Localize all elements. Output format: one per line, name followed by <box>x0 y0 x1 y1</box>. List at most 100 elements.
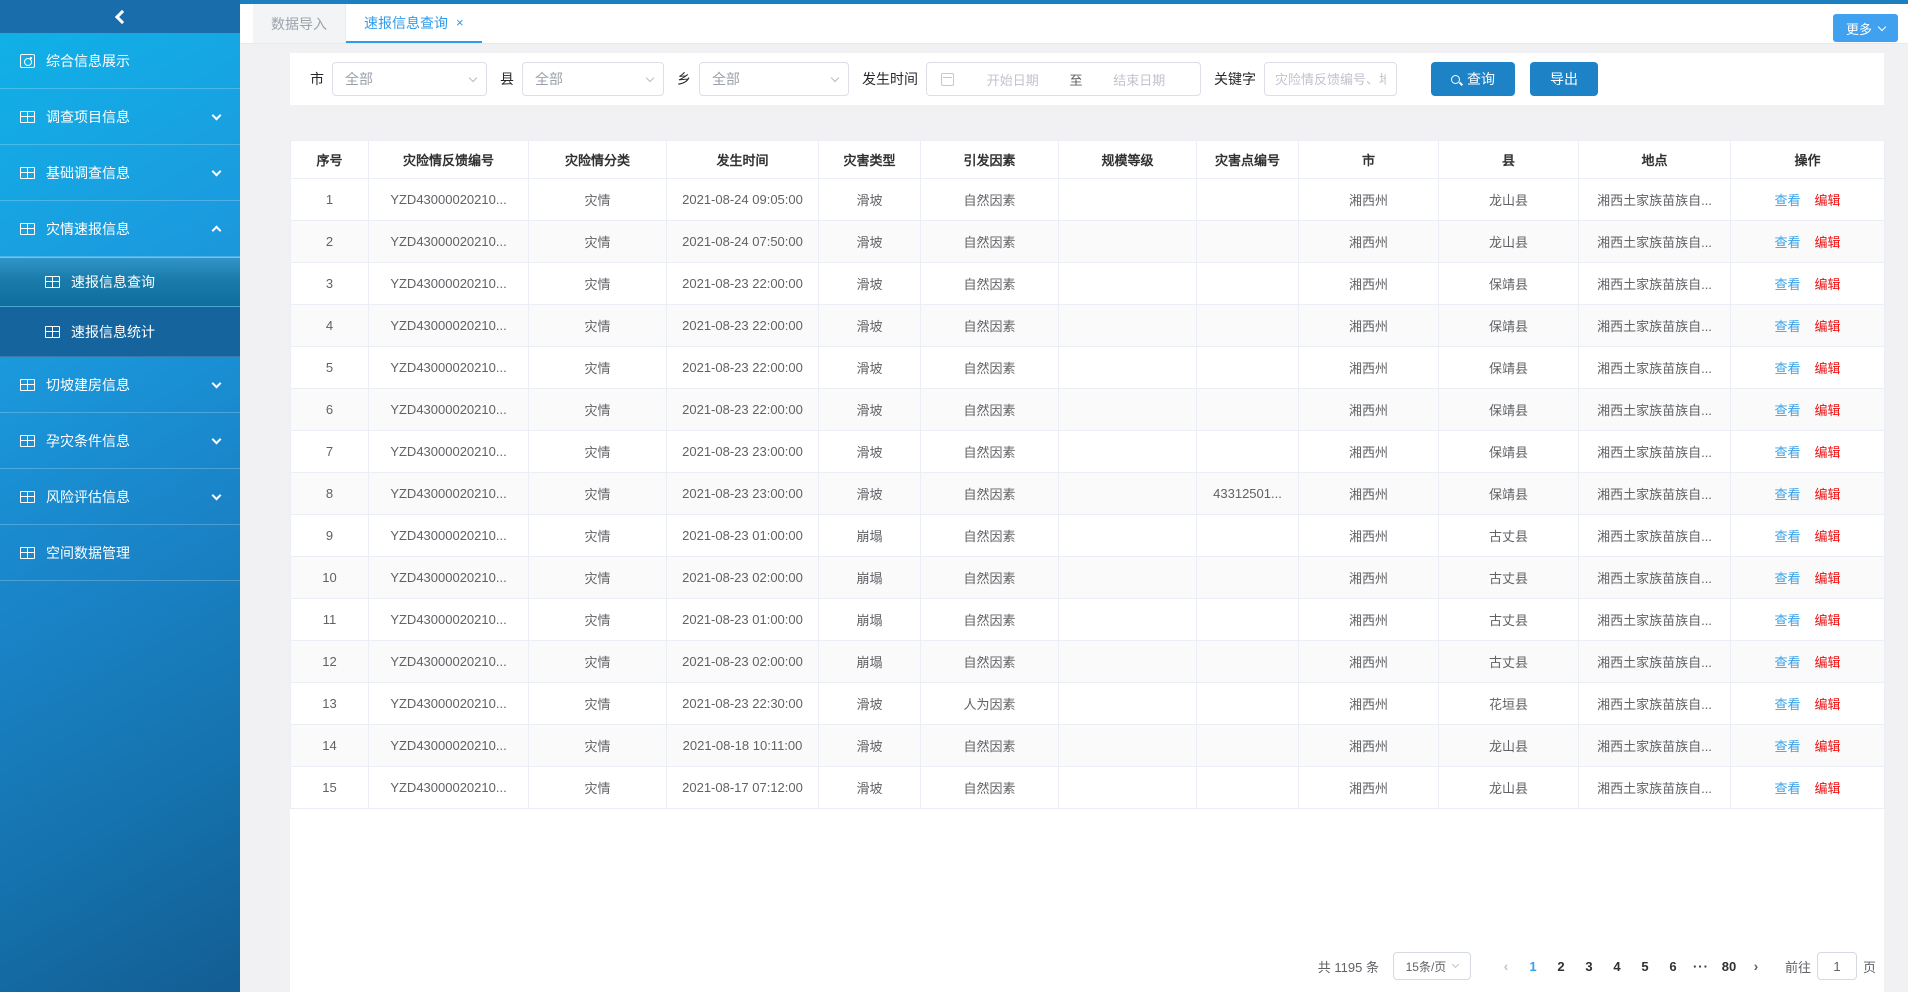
cell-time: 2021-08-23 22:30:00 <box>667 683 819 725</box>
sidebar-item-slope-house-info[interactable]: 切坡建房信息 <box>0 357 240 413</box>
edit-link[interactable]: 编辑 <box>1815 655 1841 670</box>
more-button[interactable]: 更多 <box>1833 14 1898 42</box>
edit-link[interactable]: 编辑 <box>1815 739 1841 754</box>
edit-link[interactable]: 编辑 <box>1815 487 1841 502</box>
county-filter-label: 县 <box>500 69 514 89</box>
cell-code: YZD43000020210... <box>369 221 529 263</box>
results-panel: 序号灾险情反馈编号灾险情分类发生时间灾害类型引发因素规模等级灾害点编号市县地点操… <box>290 140 1884 992</box>
view-link[interactable]: 查看 <box>1774 235 1800 250</box>
close-icon[interactable]: × <box>456 16 464 29</box>
goto-page-input[interactable] <box>1817 952 1857 980</box>
sidebar-item-survey-project-info[interactable]: 调查项目信息 <box>0 89 240 145</box>
edit-link[interactable]: 编辑 <box>1815 235 1841 250</box>
keyword-input[interactable] <box>1264 62 1397 96</box>
view-link[interactable]: 查看 <box>1774 319 1800 334</box>
edit-link[interactable]: 编辑 <box>1815 319 1841 334</box>
cell-point <box>1197 347 1299 389</box>
cell-seq: 3 <box>291 263 369 305</box>
town-select[interactable]: 全部 <box>699 62 849 96</box>
cell-seq: 1 <box>291 179 369 221</box>
edit-link[interactable]: 编辑 <box>1815 445 1841 460</box>
view-link[interactable]: 查看 <box>1774 403 1800 418</box>
view-link[interactable]: 查看 <box>1774 697 1800 712</box>
view-link[interactable]: 查看 <box>1774 739 1800 754</box>
view-link[interactable]: 查看 <box>1774 445 1800 460</box>
edit-link[interactable]: 编辑 <box>1815 277 1841 292</box>
cell-category: 灾情 <box>529 305 667 347</box>
view-link[interactable]: 查看 <box>1774 487 1800 502</box>
tab-report-query[interactable]: 速报信息查询 × <box>346 4 482 43</box>
page-number-3[interactable]: 3 <box>1575 959 1603 974</box>
edit-link[interactable]: 编辑 <box>1815 529 1841 544</box>
cell-city: 湘西州 <box>1299 641 1439 683</box>
page-number-2[interactable]: 2 <box>1547 959 1575 974</box>
edit-link[interactable]: 编辑 <box>1815 697 1841 712</box>
sidebar-item-risk-eval-info[interactable]: 风险评估信息 <box>0 469 240 525</box>
cell-factor: 自然因素 <box>921 263 1059 305</box>
tab-label: 速报信息查询 <box>364 13 448 33</box>
sidebar-subitem-quick-report-stats[interactable]: 速报信息统计 <box>0 307 240 357</box>
cell-actions: 查看编辑 <box>1731 641 1885 683</box>
table-row: 2YZD43000020210...灾情2021-08-24 07:50:00滑… <box>291 221 1885 263</box>
page-number-4[interactable]: 4 <box>1603 959 1631 974</box>
more-pages-icon[interactable]: ··· <box>1687 959 1715 974</box>
cell-scale <box>1059 599 1197 641</box>
cell-factor: 自然因素 <box>921 389 1059 431</box>
next-page-button[interactable]: › <box>1743 958 1769 974</box>
page-size-select[interactable]: 15条/页 <box>1393 952 1471 980</box>
sidebar-item-hazard-condition-info[interactable]: 孕灾条件信息 <box>0 413 240 469</box>
cell-county: 花垣县 <box>1439 683 1579 725</box>
edit-link[interactable]: 编辑 <box>1815 781 1841 796</box>
sidebar-item-basic-survey-info[interactable]: 基础调查信息 <box>0 145 240 201</box>
county-select[interactable]: 全部 <box>522 62 664 96</box>
pagination-bar: 共 1195 条 15条/页 ‹ 123456···80 › 前往 页 <box>1318 952 1876 980</box>
tab-data-import[interactable]: 数据导入 <box>253 4 346 43</box>
page-number-1[interactable]: 1 <box>1519 959 1547 974</box>
date-range-picker[interactable]: 开始日期 至 结束日期 <box>926 62 1201 96</box>
view-link[interactable]: 查看 <box>1774 277 1800 292</box>
table-row: 7YZD43000020210...灾情2021-08-23 23:00:00滑… <box>291 431 1885 473</box>
cell-point <box>1197 641 1299 683</box>
query-button[interactable]: 查询 <box>1431 62 1515 96</box>
cell-scale <box>1059 725 1197 767</box>
prev-page-button[interactable]: ‹ <box>1493 958 1519 974</box>
cell-scale <box>1059 557 1197 599</box>
start-date-placeholder[interactable]: 开始日期 <box>960 70 1066 89</box>
edit-link[interactable]: 编辑 <box>1815 571 1841 586</box>
view-link[interactable]: 查看 <box>1774 781 1800 796</box>
page-number-last[interactable]: 80 <box>1715 959 1743 974</box>
end-date-placeholder[interactable]: 结束日期 <box>1087 70 1193 89</box>
sidebar-subitem-quick-report-query[interactable]: 速报信息查询 <box>0 257 240 307</box>
sidebar-item-overview[interactable]: 综合信息展示 <box>0 33 240 89</box>
chevron-down-icon <box>469 73 477 81</box>
table-row: 11YZD43000020210...灾情2021-08-23 01:00:00… <box>291 599 1885 641</box>
edit-link[interactable]: 编辑 <box>1815 613 1841 628</box>
page-number-6[interactable]: 6 <box>1659 959 1687 974</box>
view-link[interactable]: 查看 <box>1774 655 1800 670</box>
cell-point <box>1197 725 1299 767</box>
view-link[interactable]: 查看 <box>1774 193 1800 208</box>
edit-link[interactable]: 编辑 <box>1815 361 1841 376</box>
cell-seq: 4 <box>291 305 369 347</box>
cell-category: 灾情 <box>529 683 667 725</box>
cell-actions: 查看编辑 <box>1731 515 1885 557</box>
view-link[interactable]: 查看 <box>1774 361 1800 376</box>
cell-code: YZD43000020210... <box>369 767 529 809</box>
cell-seq: 9 <box>291 515 369 557</box>
sidebar-item-disaster-quick-report[interactable]: 灾情速报信息 <box>0 201 240 257</box>
city-select[interactable]: 全部 <box>332 62 487 96</box>
sidebar-item-spatial-data-mgmt[interactable]: 空间数据管理 <box>0 525 240 581</box>
view-link[interactable]: 查看 <box>1774 613 1800 628</box>
view-link[interactable]: 查看 <box>1774 529 1800 544</box>
search-icon <box>1451 75 1460 84</box>
page-number-5[interactable]: 5 <box>1631 959 1659 974</box>
edit-link[interactable]: 编辑 <box>1815 403 1841 418</box>
cell-time: 2021-08-23 22:00:00 <box>667 347 819 389</box>
view-link[interactable]: 查看 <box>1774 571 1800 586</box>
edit-link[interactable]: 编辑 <box>1815 193 1841 208</box>
export-button[interactable]: 导出 <box>1530 62 1598 96</box>
cell-factor: 自然因素 <box>921 725 1059 767</box>
chevron-down-icon <box>1878 22 1886 30</box>
cell-time: 2021-08-23 01:00:00 <box>667 515 819 557</box>
sidebar-collapse-button[interactable] <box>0 0 240 33</box>
